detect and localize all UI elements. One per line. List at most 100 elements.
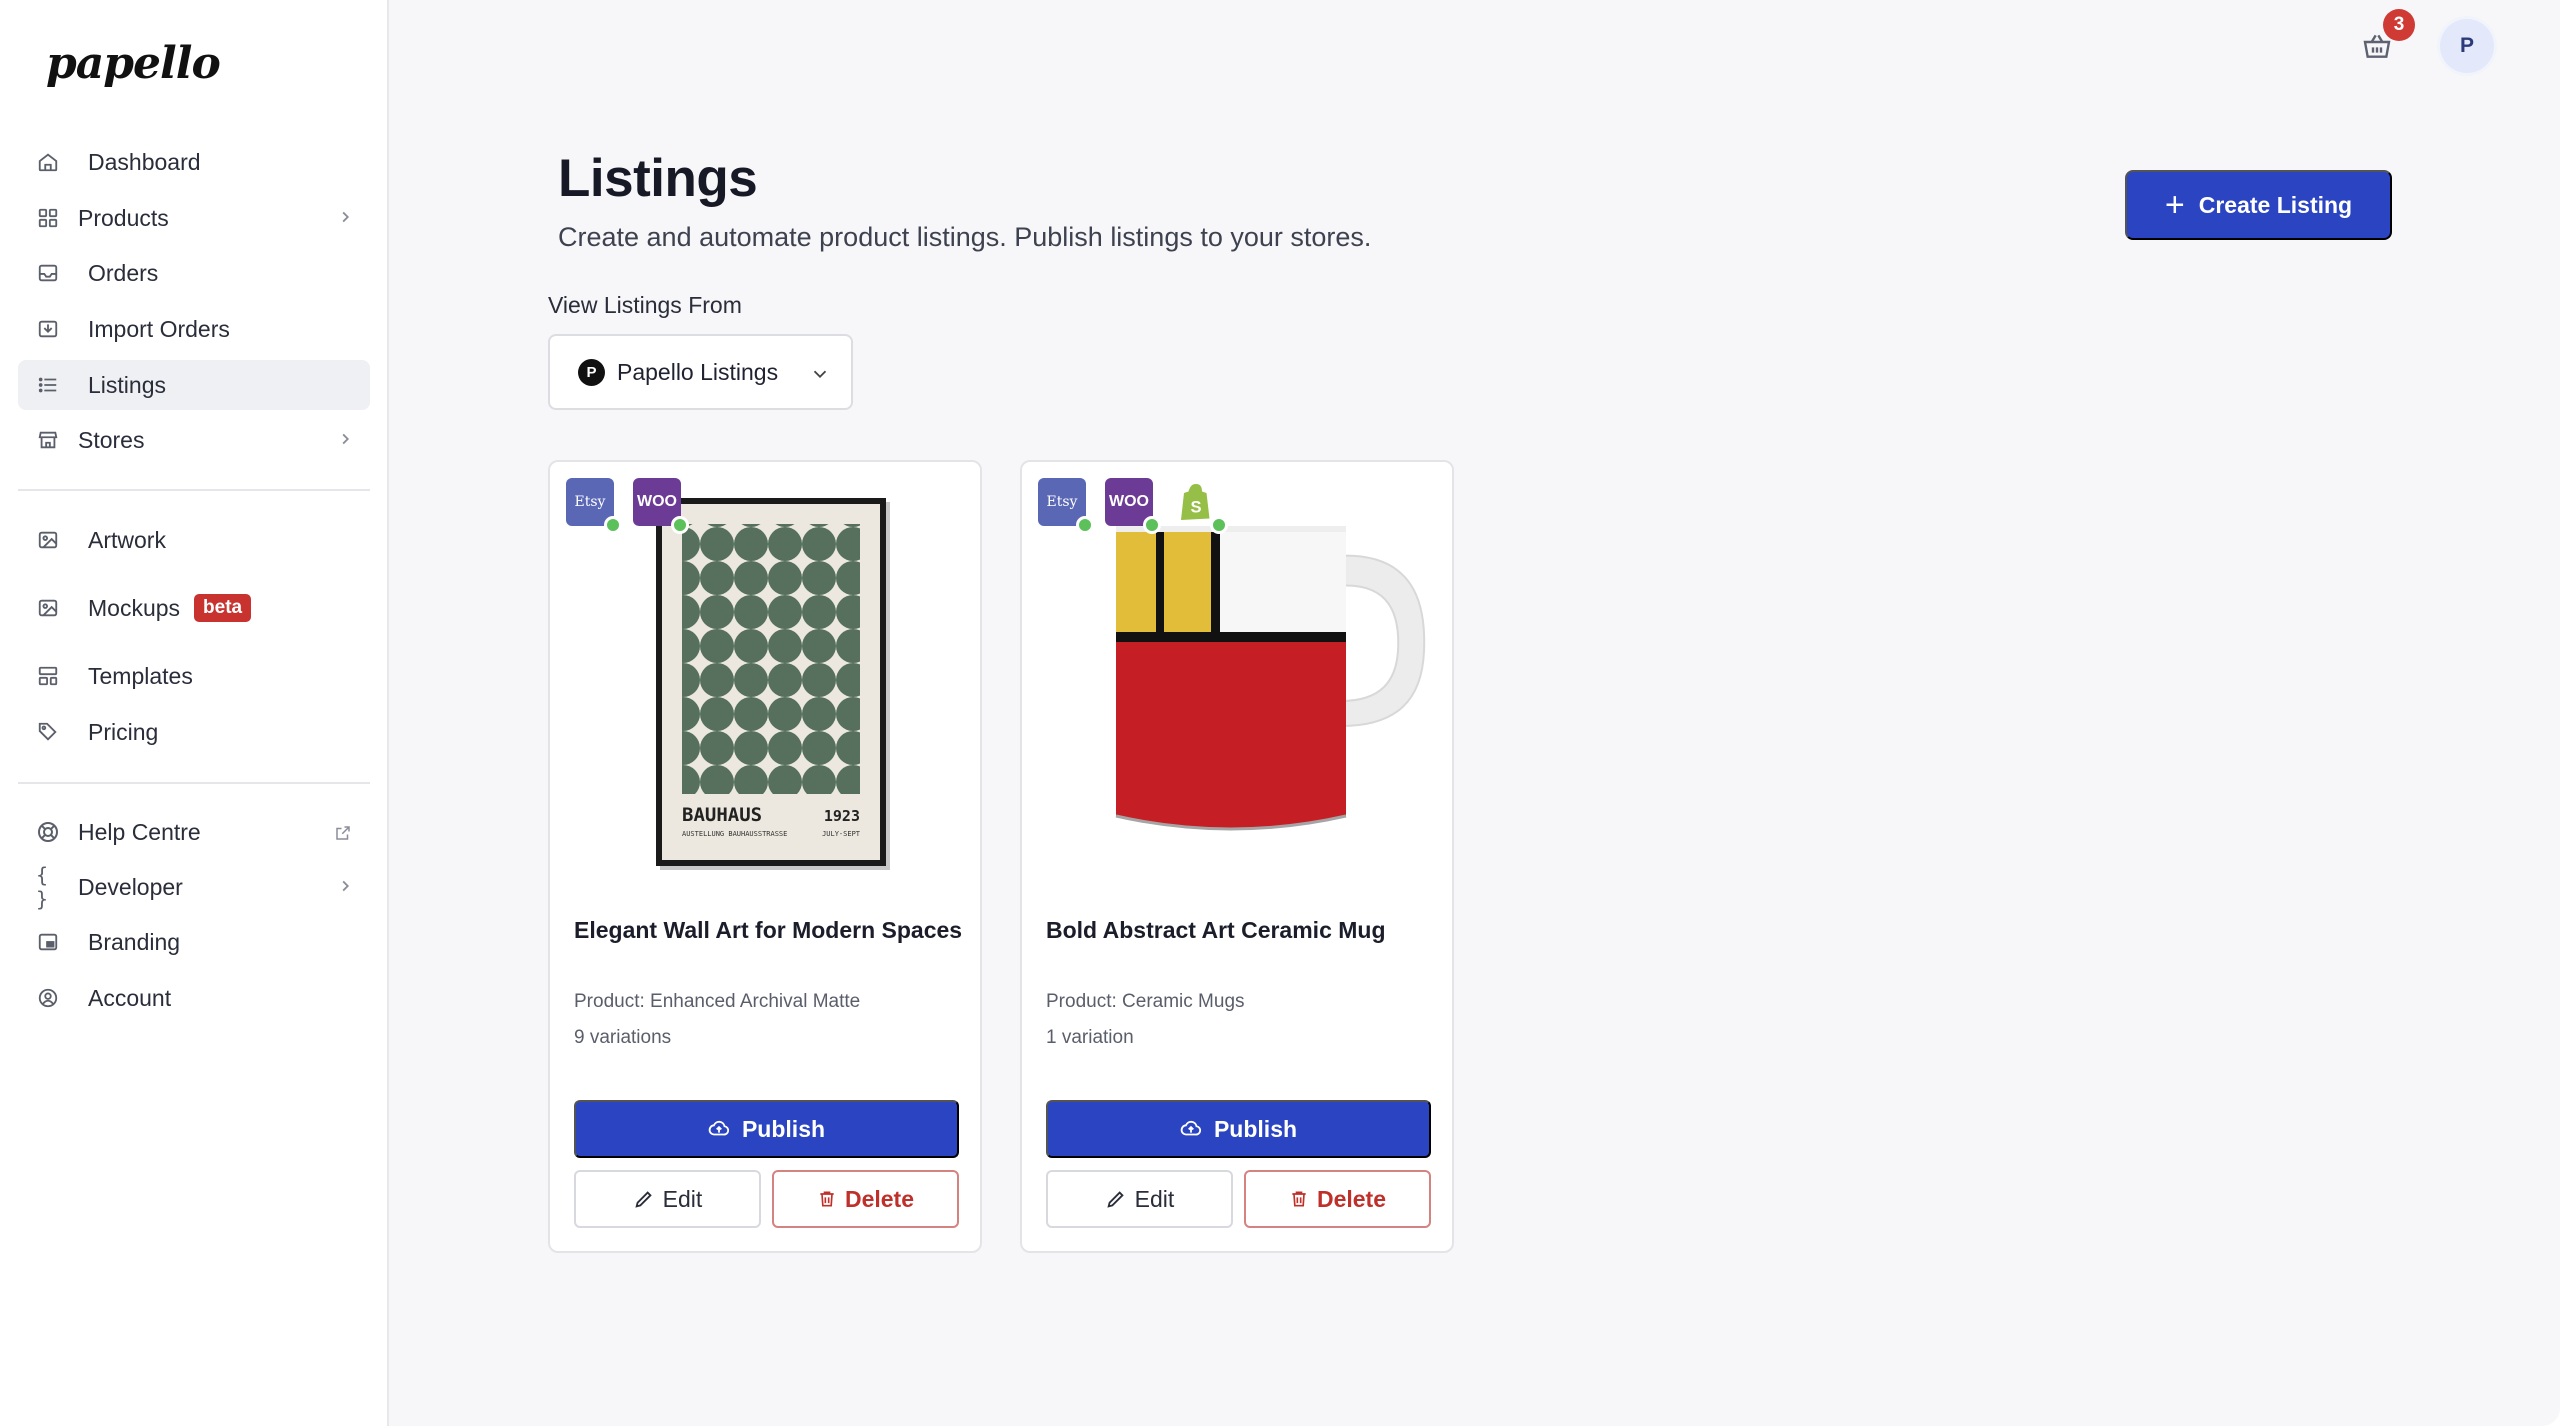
listing-card: BAUHAUS 1923 AUSTELLUNG BAUHAUSSTRASSE J… xyxy=(548,460,982,1253)
branding-icon xyxy=(36,930,60,954)
trash-icon xyxy=(1292,1191,1306,1207)
code-braces-icon: { } xyxy=(36,863,49,911)
woocommerce-store-icon[interactable]: WOO xyxy=(633,478,689,534)
sidebar-item-dashboard[interactable]: Dashboard xyxy=(18,137,370,187)
listing-variations: 1 variation xyxy=(1046,1027,1134,1048)
delete-label: Delete xyxy=(1316,1185,1387,1212)
shopify-store-icon[interactable]: S xyxy=(1172,478,1228,534)
sidebar-item-label: Import Orders xyxy=(88,315,230,342)
lifebuoy-icon xyxy=(36,820,60,844)
sidebar: papello Dashboard Products Orders Import… xyxy=(0,0,389,1426)
status-dot xyxy=(1076,516,1094,534)
template-icon xyxy=(36,664,60,688)
grid-icon xyxy=(36,206,60,230)
svg-text:S: S xyxy=(1190,499,1201,517)
cloud-upload-icon xyxy=(708,1120,730,1136)
create-listing-button[interactable]: + Create Listing xyxy=(2125,170,2392,240)
import-icon xyxy=(36,317,60,341)
listing-variations: 9 variations xyxy=(574,1027,672,1048)
cart-count-badge: 3 xyxy=(2383,9,2415,41)
store-chip-label: WOO xyxy=(1109,493,1149,510)
inbox-icon xyxy=(36,261,60,285)
etsy-store-icon[interactable]: Etsy xyxy=(566,478,622,534)
publish-button[interactable]: Publish xyxy=(574,1100,959,1158)
chevron-right-icon xyxy=(334,206,356,228)
sidebar-item-import-orders[interactable]: Import Orders xyxy=(18,304,370,354)
store-chip-label: Etsy xyxy=(1046,494,1078,510)
beta-badge: beta xyxy=(194,594,252,622)
sidebar-divider xyxy=(18,782,370,784)
papello-logo[interactable]: papello xyxy=(46,38,221,89)
external-link-icon xyxy=(334,821,356,843)
store-chip-label: Etsy xyxy=(574,494,606,510)
sidebar-item-mockups[interactable]: Mockups beta xyxy=(18,583,370,633)
listings-source-select[interactable]: P Papello Listings xyxy=(548,334,853,410)
publish-label: Publish xyxy=(1213,1115,1298,1142)
status-dot xyxy=(1210,516,1228,534)
store-icon xyxy=(36,428,60,452)
status-dot xyxy=(1143,516,1161,534)
sidebar-item-listings[interactable]: Listings xyxy=(18,360,370,410)
sidebar-item-label: Artwork xyxy=(88,526,166,553)
poster-dates: JULY-SEPT xyxy=(822,830,861,838)
sidebar-item-label: Dashboard xyxy=(88,148,201,175)
edit-button[interactable]: Edit xyxy=(574,1170,761,1228)
sidebar-item-stores[interactable]: Stores xyxy=(18,415,370,465)
home-icon xyxy=(36,150,60,174)
tag-icon xyxy=(36,720,60,744)
page-subtitle: Create and automate product listings. Pu… xyxy=(558,222,1372,252)
cloud-upload-icon xyxy=(1180,1120,1202,1136)
sidebar-item-templates[interactable]: Templates xyxy=(18,651,370,701)
sidebar-item-artwork[interactable]: Artwork xyxy=(18,515,370,565)
poster-subtitle: AUSTELLUNG BAUHAUSSTRASSE xyxy=(682,830,787,838)
sidebar-item-label: Help Centre xyxy=(78,818,201,845)
sidebar-item-label: Stores xyxy=(78,426,145,453)
listing-image[interactable] xyxy=(1036,476,1440,876)
sidebar-item-label: Listings xyxy=(88,371,166,398)
sidebar-item-orders[interactable]: Orders xyxy=(18,248,370,298)
edit-label: Edit xyxy=(1134,1185,1175,1212)
image-icon xyxy=(36,596,60,620)
sidebar-item-label: Account xyxy=(88,984,172,1011)
publish-label: Publish xyxy=(741,1115,826,1142)
avatar[interactable]: P xyxy=(2440,19,2494,73)
edit-button[interactable]: Edit xyxy=(1046,1170,1233,1228)
chevron-right-icon xyxy=(334,875,356,897)
app-window: papello Dashboard Products Orders Import… xyxy=(0,0,2560,1426)
delete-button[interactable]: Delete xyxy=(772,1170,959,1228)
listing-product: Product: Enhanced Archival Matte xyxy=(574,991,861,1012)
create-listing-label: Create Listing xyxy=(2198,191,2353,218)
listing-title[interactable]: Bold Abstract Art Ceramic Mug xyxy=(1046,917,1386,944)
listing-image[interactable]: BAUHAUS 1923 AUSTELLUNG BAUHAUSSTRASSE J… xyxy=(564,476,968,876)
edit-label: Edit xyxy=(662,1185,703,1212)
etsy-store-icon[interactable]: Etsy xyxy=(1038,478,1094,534)
sidebar-item-products[interactable]: Products xyxy=(18,193,370,243)
delete-label: Delete xyxy=(844,1185,915,1212)
papello-mark-icon: P xyxy=(578,358,605,386)
status-dot xyxy=(671,516,689,534)
sidebar-item-help-centre[interactable]: Help Centre xyxy=(18,807,370,857)
user-circle-icon xyxy=(36,986,60,1010)
sidebar-item-branding[interactable]: Branding xyxy=(18,917,370,967)
list-icon xyxy=(36,373,60,397)
sidebar-item-label: Branding xyxy=(88,928,181,955)
sidebar-item-label: Products xyxy=(78,204,169,231)
chevron-right-icon xyxy=(334,428,356,450)
image-icon xyxy=(36,528,60,552)
publish-button[interactable]: Publish xyxy=(1046,1100,1431,1158)
sidebar-item-account[interactable]: Account xyxy=(18,973,370,1023)
pencil-icon xyxy=(635,1191,652,1208)
sidebar-item-pricing[interactable]: Pricing xyxy=(18,707,370,757)
store-chip-label: WOO xyxy=(637,493,677,510)
listing-title[interactable]: Elegant Wall Art for Modern Spaces xyxy=(574,917,962,944)
poster-heading: BAUHAUS xyxy=(682,804,762,826)
status-dot xyxy=(604,516,622,534)
sidebar-item-developer[interactable]: { } Developer xyxy=(18,862,370,912)
delete-button[interactable]: Delete xyxy=(1244,1170,1431,1228)
sidebar-item-label: Pricing xyxy=(88,718,159,745)
sidebar-item-label: Developer xyxy=(78,873,183,900)
select-value: Papello Listings xyxy=(617,358,779,385)
view-listings-label: View Listings From xyxy=(548,292,742,318)
poster-year: 1923 xyxy=(824,807,860,825)
woocommerce-store-icon[interactable]: WOO xyxy=(1105,478,1161,534)
